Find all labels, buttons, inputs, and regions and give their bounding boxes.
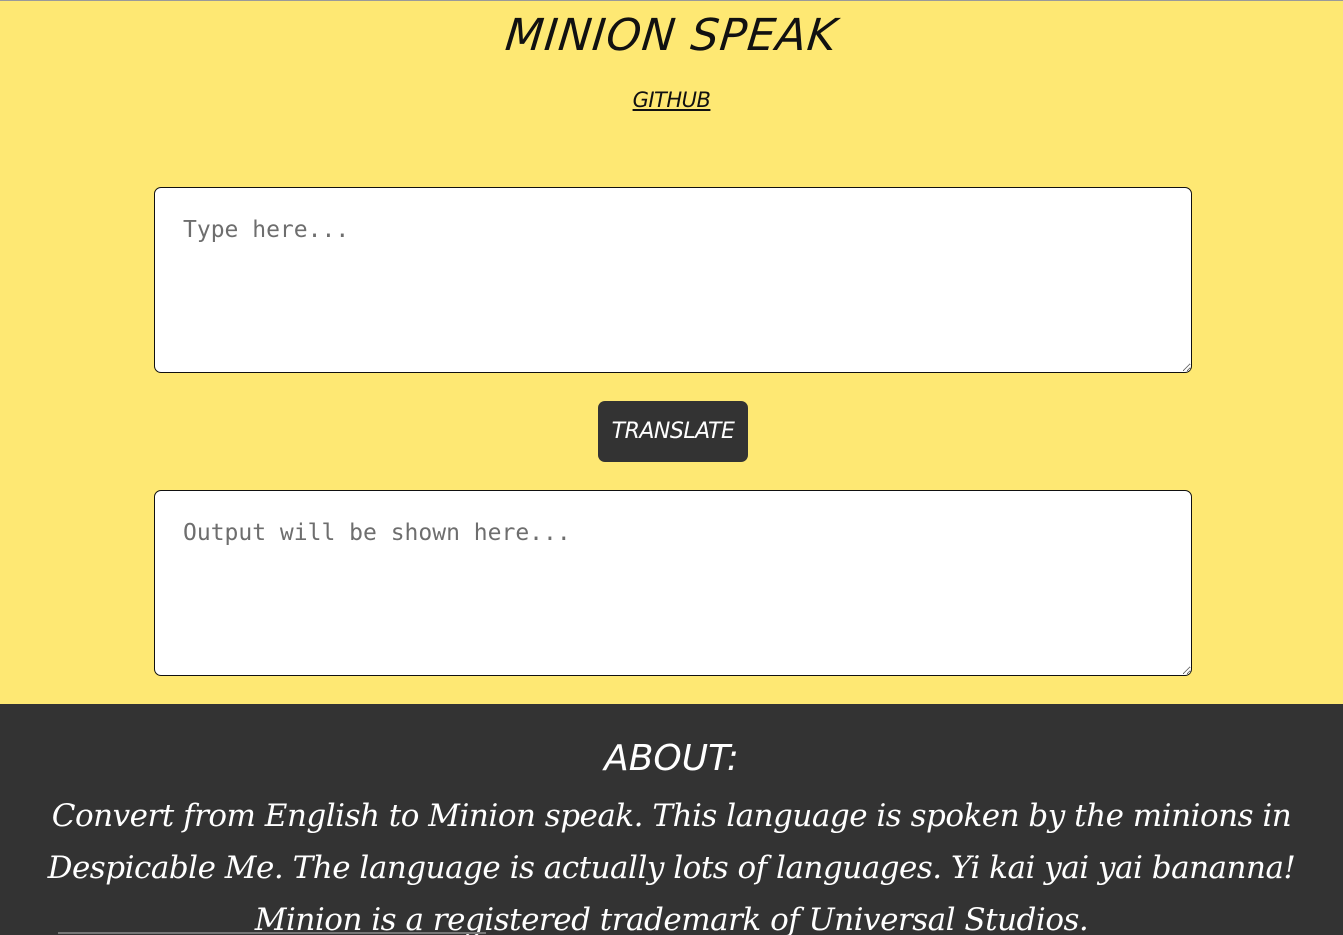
top-divider [0,0,1343,1]
output-textarea[interactable] [154,490,1192,676]
about-heading: ABOUT: [604,738,739,779]
page-title: MINION SPEAK [503,10,840,61]
horizontal-scrollbar[interactable] [58,932,486,934]
about-text: Convert from English to Minion speak. Th… [47,798,1296,935]
github-link[interactable]: GITHUB [633,88,711,112]
github-link-wrapper: GITHUB [0,88,1343,112]
translate-button[interactable]: TRANSLATE [598,401,748,462]
page: MINION SPEAK GITHUB TRANSLATE ABOUT: Con… [0,0,1343,935]
input-textarea[interactable] [154,187,1192,373]
about-section: ABOUT: Convert from English to Minion sp… [0,704,1343,935]
